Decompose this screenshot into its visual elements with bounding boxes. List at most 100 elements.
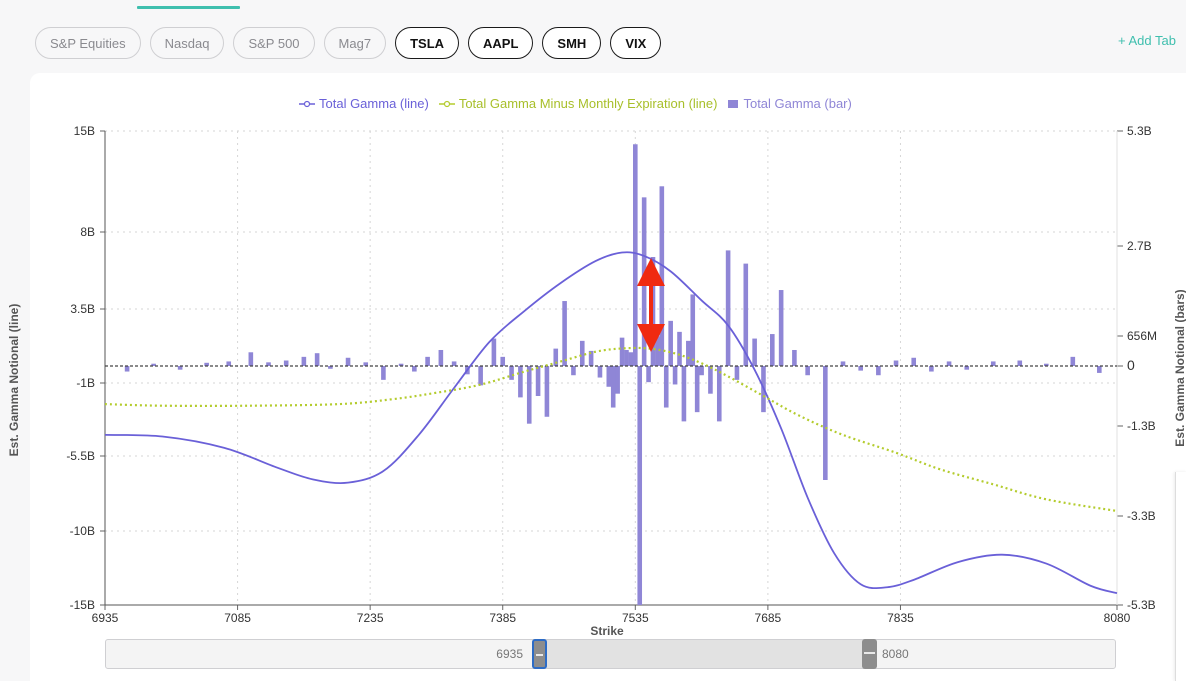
- gamma-bar: [946, 361, 952, 366]
- gamma-bar: [606, 366, 612, 387]
- x-tick-label: 7685: [755, 611, 782, 625]
- gamma-bar: [544, 366, 550, 417]
- gamma-bar: [876, 366, 881, 376]
- gamma-bar: [734, 366, 740, 380]
- gamma-bar: [518, 366, 523, 398]
- gamma-bar: [752, 338, 757, 366]
- gamma-bar: [425, 356, 430, 366]
- gamma-bar: [597, 366, 603, 378]
- gamma-bar: [911, 357, 917, 366]
- gamma-bar: [694, 366, 700, 413]
- gamma-bar: [314, 353, 320, 366]
- gamma-bar: [690, 294, 696, 366]
- y-axis-left-title: Est. Gamma Notional (line): [7, 303, 21, 457]
- y-left-tick-label: -15B: [70, 598, 95, 612]
- gamma-bar: [438, 349, 444, 366]
- y-right-tick-label: -5.3B: [1127, 598, 1156, 612]
- gamma-bar: [990, 361, 996, 366]
- gamma-bar: [535, 366, 541, 396]
- gamma-bar: [681, 366, 687, 422]
- gamma-bar: [686, 340, 691, 366]
- x-tick-label: 7535: [622, 611, 649, 625]
- x-tick-label: 6935: [92, 611, 119, 625]
- gamma-bar: [633, 144, 638, 366]
- y-right-tick-label: 656M: [1127, 329, 1157, 343]
- y-right-tick-label: -1.3B: [1127, 419, 1156, 433]
- side-scrollbar[interactable]: [1175, 472, 1186, 681]
- gamma-bar: [451, 361, 457, 366]
- bar-series: [105, 144, 1117, 605]
- gamma-bar: [500, 356, 506, 366]
- gamma-bar: [1017, 360, 1023, 366]
- gamma-bar: [1070, 356, 1076, 366]
- chart-legend: Total Gamma (line) Total Gamma Minus Mon…: [299, 96, 852, 111]
- gamma-bar: [491, 338, 497, 366]
- gamma-bar: [624, 349, 629, 366]
- gamma-bar: [615, 366, 620, 394]
- gamma-bar: [672, 366, 678, 385]
- gamma-bar: [628, 352, 634, 366]
- gamma-bar: [381, 366, 386, 380]
- gamma-bar: [283, 360, 289, 366]
- y-right-tick-label: 2.7B: [1127, 239, 1152, 253]
- total-gamma-line: [104, 251, 1118, 595]
- legend-label: Total Gamma (line): [319, 96, 429, 111]
- gamma-bar: [699, 366, 704, 376]
- gamma-bar: [579, 340, 585, 366]
- gamma-bar: [619, 337, 625, 366]
- gamma-bar: [840, 361, 846, 366]
- x-tick-label: 7385: [489, 611, 516, 625]
- gamma-bar: [610, 366, 616, 408]
- gamma-bar: [823, 366, 828, 480]
- slider-end-label: 8080: [882, 647, 909, 661]
- x-axis-title: Strike: [590, 624, 624, 638]
- line-circle-icon: [299, 100, 315, 107]
- legend-total-gamma-minus-monthly[interactable]: Total Gamma Minus Monthly Expiration (li…: [438, 96, 718, 111]
- gamma-bar: [248, 352, 254, 366]
- slider-left-handle[interactable]: [532, 639, 547, 669]
- gamma-bar: [226, 361, 232, 366]
- gamma-bar: [571, 366, 576, 376]
- gamma-bar: [725, 250, 731, 366]
- y-axis-right-title: Est. Gamma Notional (bars): [1173, 289, 1186, 447]
- gamma-bar: [770, 334, 775, 366]
- gamma-bar: [708, 366, 713, 394]
- y-left-tick-label: -10B: [70, 524, 95, 538]
- y-right-tick-label: 5.3B: [1127, 124, 1152, 138]
- gamma-bar: [805, 366, 810, 376]
- legend-total-gamma-bar[interactable]: Total Gamma (bar): [727, 96, 852, 111]
- legend-label: Total Gamma Minus Monthly Expiration (li…: [458, 96, 718, 111]
- y-left-tick-label: -1B: [76, 376, 95, 390]
- y-left-tick-label: 15B: [74, 124, 95, 138]
- bar-square-icon: [728, 99, 739, 108]
- gamma-bar: [716, 366, 722, 422]
- gamma-bar: [646, 366, 651, 383]
- gamma-bar: [509, 366, 514, 380]
- gamma-bar: [778, 290, 784, 366]
- legend-total-gamma-line[interactable]: Total Gamma (line): [299, 96, 429, 111]
- y-right-tick-label: -3.3B: [1127, 509, 1156, 523]
- gamma-bar: [929, 366, 934, 372]
- gamma-bar: [668, 320, 673, 366]
- y-right-tick-label: 0: [1127, 357, 1135, 373]
- gamma-bar: [792, 349, 797, 366]
- x-tick-label: 7235: [357, 611, 384, 625]
- gamma-bar: [526, 366, 532, 424]
- line-circle-icon: [438, 100, 455, 107]
- legend-label: Total Gamma (bar): [743, 96, 852, 111]
- slider-right-handle[interactable]: [862, 639, 877, 669]
- gamma-bar: [124, 366, 130, 372]
- y-left-tick-label: 8B: [80, 225, 95, 239]
- gamma-bar: [301, 356, 307, 366]
- line-series: [104, 251, 1118, 595]
- slider-selected-range[interactable]: [546, 640, 868, 668]
- slider-start-label: 6935: [496, 647, 523, 661]
- gamma-bar: [637, 366, 643, 605]
- x-tick-label: 7835: [887, 611, 914, 625]
- gamma-bar: [478, 366, 483, 386]
- y-left-tick-label: 3.5B: [70, 302, 95, 316]
- gamma-bar: [562, 301, 567, 366]
- gamma-bar: [858, 366, 863, 371]
- range-slider[interactable]: 6935 8080: [105, 639, 1116, 669]
- y-left-tick-label: -5.5B: [66, 449, 95, 463]
